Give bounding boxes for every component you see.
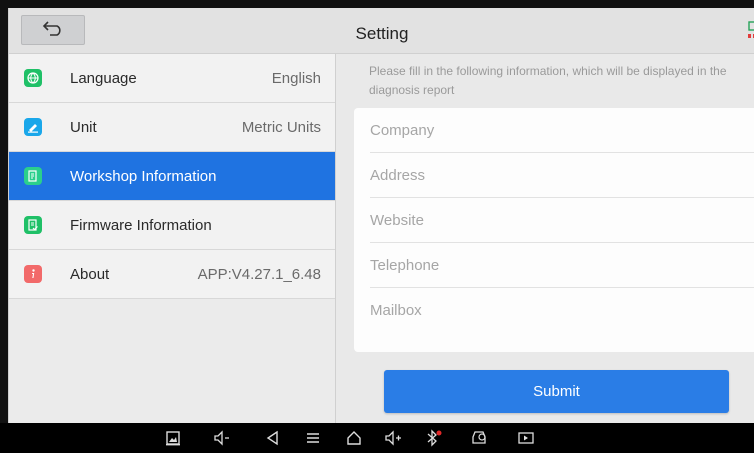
sidebar-item-label: About: [70, 265, 110, 283]
pencil-icon: [24, 118, 42, 136]
sidebar-item-workshop-information[interactable]: Workshop Information: [9, 152, 335, 201]
sidebar-item-label: Firmware Information: [70, 216, 212, 234]
bluetooth-icon[interactable]: [424, 428, 444, 448]
back-button[interactable]: [21, 15, 85, 45]
document-icon: [24, 167, 42, 185]
sidebar-item-label: Language: [70, 69, 137, 87]
document-check-icon: [24, 216, 42, 234]
sidebar-item-value: English: [271, 69, 321, 87]
submit-button[interactable]: Submit: [384, 370, 729, 413]
back-icon[interactable]: [263, 428, 283, 448]
sidebar-item-about[interactable]: About APP:V4.27.1_6.48: [9, 250, 335, 299]
volume-down-icon[interactable]: [212, 428, 232, 448]
status-icon: [747, 20, 754, 42]
sidebar-item-label: Unit: [70, 118, 97, 136]
mailbox-field[interactable]: Mailbox: [370, 288, 754, 333]
company-field[interactable]: Company: [370, 108, 754, 153]
title-bar: Setting: [9, 8, 754, 54]
sidebar-item-language[interactable]: Language English: [9, 54, 335, 103]
workshop-info-panel: Please fill in the following information…: [336, 54, 754, 423]
page-title: Setting: [355, 24, 409, 43]
vci-icon[interactable]: [469, 428, 489, 448]
sidebar-item-label: Workshop Information: [70, 167, 217, 185]
screen-record-icon[interactable]: [516, 428, 536, 448]
globe-icon: [24, 69, 42, 87]
workshop-form: Company Address Website Telephone Mailbo…: [354, 108, 754, 352]
menu-icon[interactable]: [303, 428, 323, 448]
screenshot-icon[interactable]: [163, 428, 183, 448]
address-field[interactable]: Address: [370, 153, 754, 198]
sidebar-item-unit[interactable]: Unit Metric Units: [9, 103, 335, 152]
settings-sidebar: Language English Unit Metric Units Works…: [9, 54, 336, 423]
sidebar-item-firmware-information[interactable]: Firmware Information: [9, 201, 335, 250]
sidebar-item-value: APP:V4.27.1_6.48: [197, 265, 321, 283]
website-field[interactable]: Website: [370, 198, 754, 243]
app-window: Setting Language English Unit Metric Uni…: [8, 8, 754, 423]
system-nav-bar: [0, 423, 754, 453]
back-arrow-icon: [41, 20, 65, 41]
home-icon[interactable]: [344, 428, 364, 448]
info-icon: [24, 265, 42, 283]
volume-up-icon[interactable]: [383, 428, 403, 448]
sidebar-item-value: Metric Units: [241, 118, 321, 136]
form-notice: Please fill in the following information…: [369, 64, 727, 97]
telephone-field[interactable]: Telephone: [370, 243, 754, 288]
